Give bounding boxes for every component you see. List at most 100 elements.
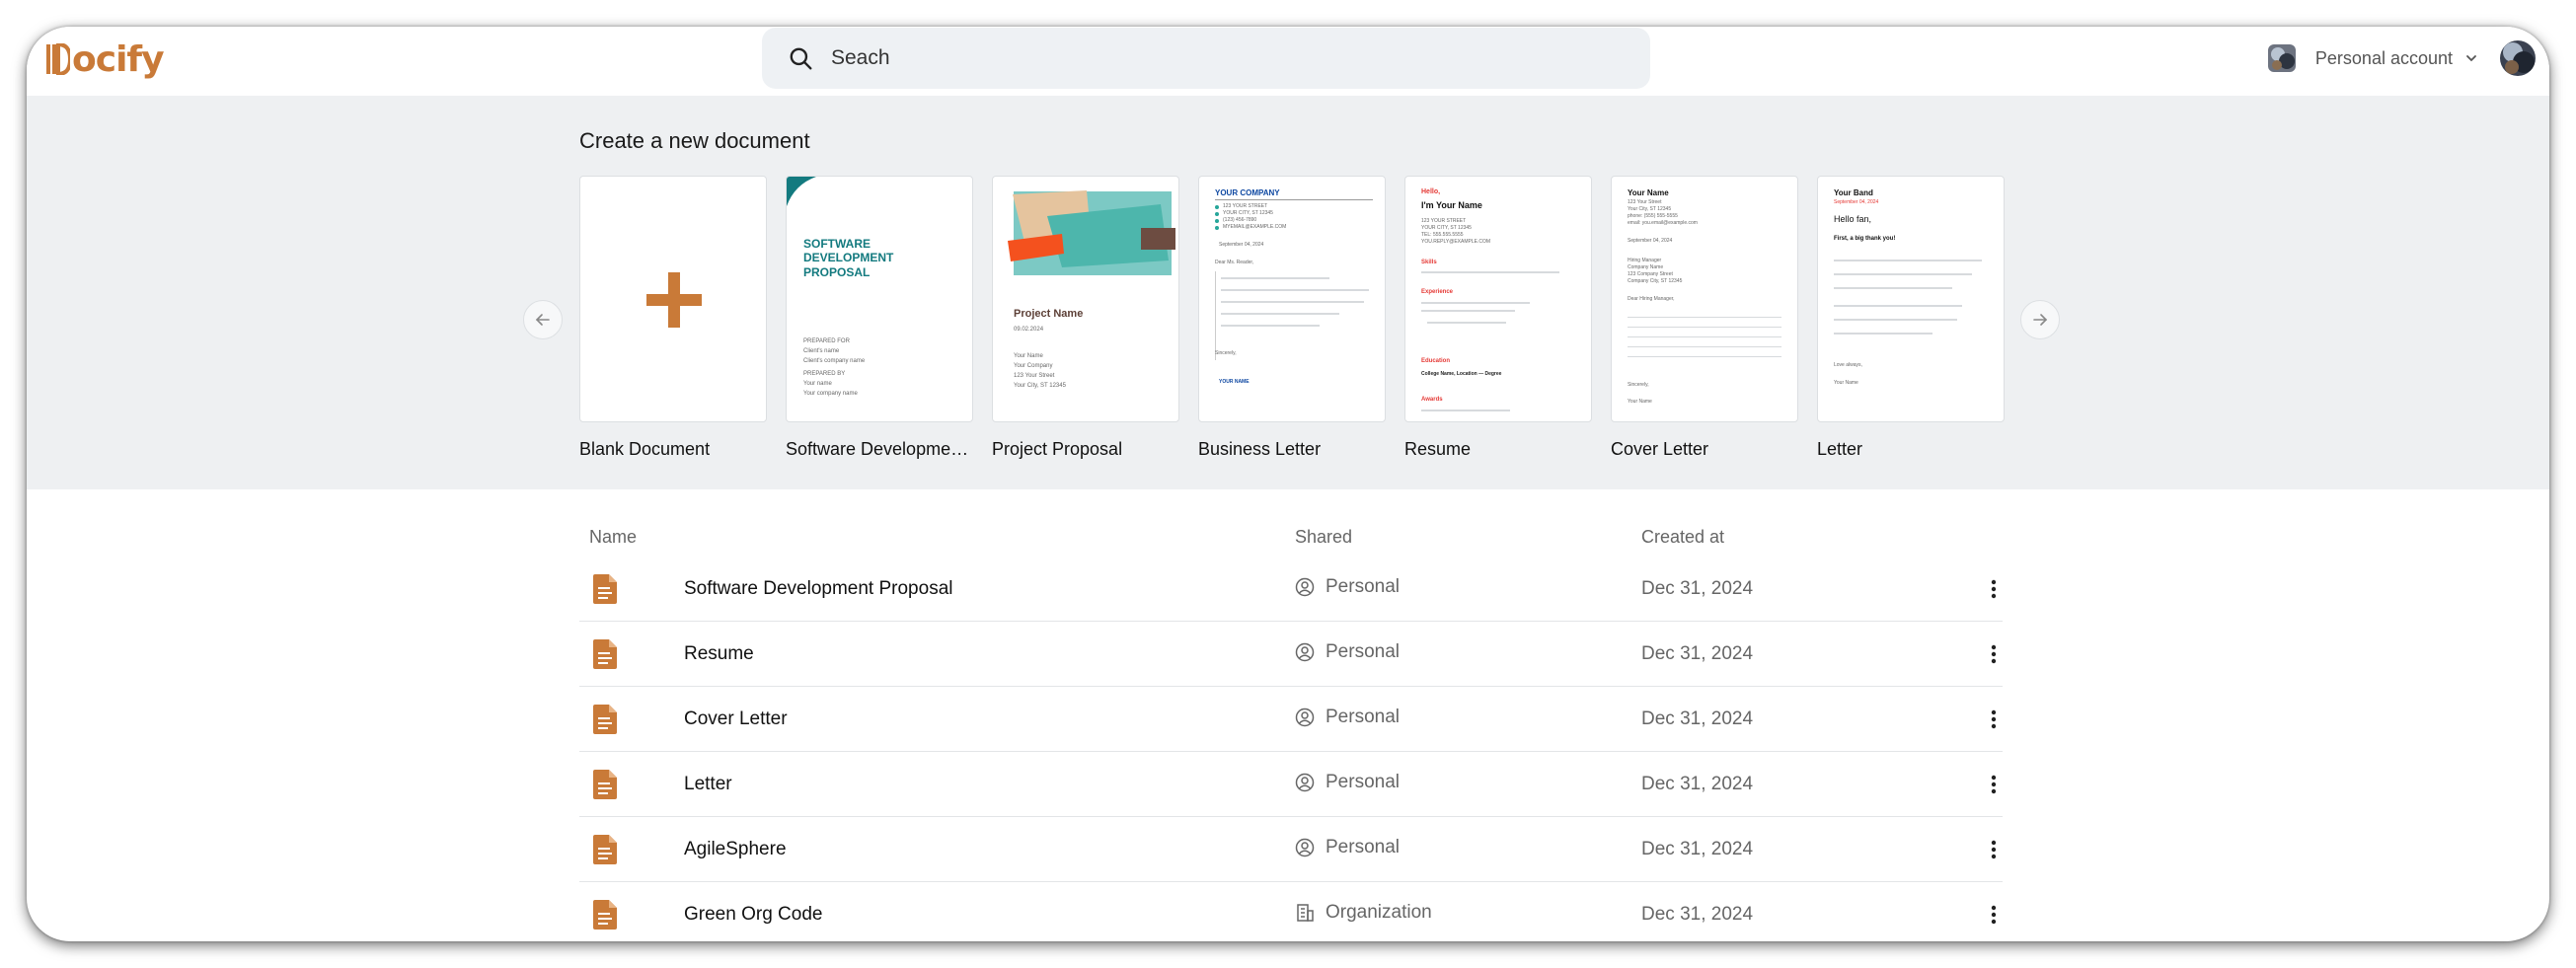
document-shared: Personal [1295, 772, 1400, 793]
preview-line: Sincerely, [1628, 382, 1649, 388]
template-thumbnail: Your Band September 04, 2024 Hello fan, … [1817, 176, 2005, 422]
preview-line: Hello, [1421, 188, 1441, 195]
logo-mark-icon [46, 43, 70, 75]
document-created-at: Dec 31, 2024 [1641, 708, 1754, 729]
document-created-at: Dec 31, 2024 [1641, 904, 1754, 925]
building-icon [1295, 903, 1315, 923]
preview-line: Experience [1421, 289, 1454, 295]
preview-line: Education [1421, 358, 1451, 364]
shared-label: Personal [1326, 641, 1400, 662]
table-row[interactable]: Software Development Proposal Personal D… [579, 557, 2003, 622]
shared-label: Organization [1326, 902, 1432, 923]
document-created-at: Dec 31, 2024 [1641, 839, 1754, 859]
document-file-icon [593, 835, 617, 869]
preview-line: MYEMAIL@EXAMPLE.COM [1223, 224, 1287, 230]
preview-line: Sincerely, [1215, 350, 1237, 356]
preview-line: September 04, 2024 [1834, 199, 1879, 205]
more-options-icon[interactable] [1989, 576, 1999, 602]
document-created-at: Dec 31, 2024 [1641, 578, 1754, 599]
section-title: Create a new document [579, 128, 810, 153]
user-avatar[interactable] [2500, 40, 2536, 76]
more-options-icon[interactable] [1989, 772, 1999, 797]
document-shared: Personal [1295, 641, 1400, 663]
preview-line: Your name [803, 381, 832, 387]
template-project-proposal[interactable]: Project Name 09.02.2024 Your Name Your C… [992, 176, 1179, 460]
account-label: Personal account [2314, 47, 2453, 68]
preview-line: Love always, [1834, 362, 1862, 368]
templates-panel: Create a new document Blank Document SOF… [27, 96, 2549, 489]
user-circle-icon [1295, 577, 1315, 597]
template-thumbnail [579, 176, 767, 422]
preview-line: YOUR NAME [1219, 379, 1250, 385]
template-blank-document[interactable]: Blank Document [579, 176, 767, 460]
preview-line: Your City, ST 12345 [1014, 383, 1066, 389]
preview-line: September 04, 2024 [1219, 242, 1264, 248]
template-label: Blank Document [579, 439, 711, 459]
preview-line: Client's company name [803, 358, 866, 364]
preview-line: Your Band [1834, 188, 1873, 197]
preview-line: Dear Hiring Manager, [1628, 296, 1675, 302]
account-switcher[interactable]: Personal account [2267, 39, 2536, 77]
preview-line: Your Company [1014, 363, 1053, 369]
preview-title: YOUR COMPANY [1215, 188, 1280, 197]
table-row[interactable]: Letter Personal Dec 31, 2024 [579, 752, 2003, 817]
search-input[interactable] [831, 46, 1621, 70]
carousel-next-button[interactable] [2020, 300, 2060, 339]
document-name: Cover Letter [684, 708, 788, 729]
template-resume[interactable]: Hello, I'm Your Name 123 YOUR STREET YOU… [1404, 176, 1592, 460]
shared-label: Personal [1326, 707, 1400, 727]
column-created[interactable]: Created at [1641, 527, 1724, 548]
column-name[interactable]: Name [589, 527, 637, 548]
template-letter[interactable]: Your Band September 04, 2024 Hello fan, … [1817, 176, 2005, 460]
document-rows: Software Development Proposal Personal D… [579, 557, 2003, 941]
preview-line: Dear Ms. Reader, [1215, 260, 1254, 265]
more-options-icon[interactable] [1989, 837, 1999, 862]
preview-date: 09.02.2024 [1014, 327, 1044, 333]
preview-line: September 04, 2024 [1628, 238, 1673, 244]
preview-line: College Name, Location — Degree [1421, 371, 1502, 377]
document-shared: Personal [1295, 576, 1400, 598]
search-bar[interactable] [762, 28, 1650, 89]
more-options-icon[interactable] [1989, 707, 1999, 732]
preview-line: email: you.email@example.com [1628, 220, 1698, 226]
template-label: Letter [1817, 439, 1863, 459]
table-row[interactable]: Resume Personal Dec 31, 2024 [579, 622, 2003, 687]
document-created-at: Dec 31, 2024 [1641, 774, 1754, 794]
more-options-icon[interactable] [1989, 902, 1999, 928]
preview-title: SOFTWARE DEVELOPMENT PROPOSAL [803, 237, 894, 279]
template-label: Cover Letter [1611, 439, 1709, 459]
preview-line: First, a big thank you! [1834, 236, 1896, 242]
app-window: ocify Personal account [27, 27, 2549, 941]
arrow-right-icon [2033, 314, 2048, 326]
shared-label: Personal [1326, 837, 1400, 857]
carousel-prev-button[interactable] [523, 300, 563, 339]
preview-line: Skills [1421, 260, 1437, 265]
template-label: Project Proposal [992, 439, 1123, 459]
preview-line: Company City, ST 12345 [1628, 278, 1683, 284]
top-bar: ocify Personal account [27, 27, 2549, 96]
document-name: AgileSphere [684, 839, 787, 859]
more-options-icon[interactable] [1989, 641, 1999, 667]
document-file-icon [593, 574, 617, 609]
document-name: Resume [684, 643, 754, 664]
table-row[interactable]: Green Org Code Organization Dec 31, 2024 [579, 882, 2003, 941]
template-software-development-proposal[interactable]: SOFTWARE DEVELOPMENT PROPOSAL PREPARED F… [786, 176, 973, 460]
template-label: Software Development Proposal [786, 439, 973, 459]
arrow-left-icon [535, 314, 550, 326]
preview-line: YOU.REPLY@EXAMPLE.COM [1421, 239, 1490, 245]
preview-line: Client's name [803, 348, 840, 354]
corner-decoration [787, 177, 816, 206]
plus-icon [646, 272, 702, 328]
preview-line: Hello fan, [1834, 214, 1872, 224]
column-shared[interactable]: Shared [1295, 527, 1352, 548]
table-row[interactable]: Cover Letter Personal Dec 31, 2024 [579, 687, 2003, 752]
preview-line: Your company name [803, 391, 858, 397]
document-created-at: Dec 31, 2024 [1641, 643, 1754, 664]
template-cover-letter[interactable]: Your Name 123 Your Street Your City, ST … [1611, 176, 1798, 460]
document-name: Green Org Code [684, 904, 823, 925]
preview-line: Awards [1421, 397, 1443, 403]
table-row[interactable]: AgileSphere Personal Dec 31, 2024 [579, 817, 2003, 882]
template-business-letter[interactable]: YOUR COMPANY 123 YOUR STREET YOUR CITY, … [1198, 176, 1386, 460]
logo[interactable]: ocify [46, 37, 165, 81]
chevron-down-icon [2464, 51, 2478, 65]
